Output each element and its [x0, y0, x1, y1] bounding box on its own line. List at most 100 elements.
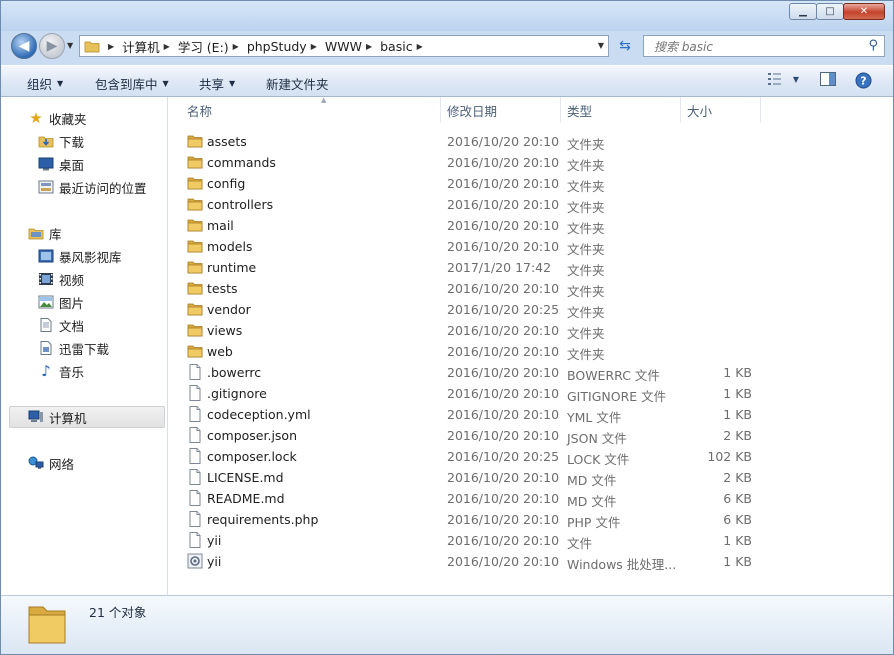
table-row[interactable]: .bowerrc 2016/10/20 20:10 BOWERRC 文件 1 KB: [168, 362, 893, 383]
table-row[interactable]: assets 2016/10/20 20:10 文件夹: [168, 131, 893, 152]
column-header-label: 名称: [187, 103, 213, 119]
table-row[interactable]: models 2016/10/20 20:10 文件夹: [168, 236, 893, 257]
file-date: 2016/10/20 20:10: [447, 239, 560, 254]
folder-icon: [187, 343, 203, 359]
table-row[interactable]: config 2016/10/20 20:10 文件夹: [168, 173, 893, 194]
sidebar-item-label: 音乐: [59, 364, 85, 380]
table-row[interactable]: .gitignore 2016/10/20 20:10 GITIGNORE 文件 1 …: [168, 383, 893, 404]
sidebar-item-network[interactable]: 网络: [28, 453, 74, 473]
sidebar-item-music[interactable]: ♪ 音乐: [38, 361, 84, 381]
minimize-button[interactable]: ▁: [789, 3, 817, 20]
share-button[interactable]: 共享 ▼: [199, 74, 235, 93]
file-type: GITIGNORE 文件: [567, 389, 667, 404]
refresh-button[interactable]: ⇆: [613, 36, 637, 56]
table-row[interactable]: yii 2016/10/20 20:10 文件 1 KB: [168, 530, 893, 551]
file-type: YML 文件: [567, 410, 622, 425]
new-folder-label: 新建文件夹: [266, 77, 329, 92]
file-name: controllers: [207, 197, 274, 212]
table-row[interactable]: commands 2016/10/20 20:10 文件夹: [168, 152, 893, 173]
table-row[interactable]: yii 2016/10/20 20:10 Windows 批处理... 1 KB: [168, 551, 893, 572]
breadcrumb-item[interactable]: phpStudy ▶: [247, 39, 325, 54]
file-date: 2016/10/20 20:10: [447, 218, 560, 233]
preview-pane-icon: [820, 72, 836, 86]
file-type: 文件夹: [567, 263, 605, 278]
search-input[interactable]: [652, 37, 856, 57]
refresh-icon: ⇆: [619, 38, 631, 54]
close-button[interactable]: ✕: [843, 3, 885, 20]
column-header-name[interactable]: 名称 ▲: [181, 96, 441, 123]
sidebar-item-label: 暴风影视库: [59, 249, 122, 265]
back-button[interactable]: ◀: [11, 33, 37, 59]
explorer-window: ▁ □ ✕ ◀ ▶ ▼ ▶ 计算机 ▶ 学习 (E:) ▶ phpStudy ▶ WW…: [0, 0, 894, 655]
address-history-dropdown[interactable]: ▼: [598, 41, 604, 50]
file-icon: [187, 469, 203, 485]
sidebar-item-videos[interactable]: 视频: [38, 269, 84, 289]
sidebar-item-thunder-downloads[interactable]: 迅雷下载: [38, 338, 109, 358]
new-folder-button[interactable]: 新建文件夹: [266, 74, 329, 93]
breadcrumb-label: phpStudy: [246, 38, 307, 54]
sidebar-item-documents[interactable]: 文档: [38, 315, 84, 335]
sidebar-item-label: 网络: [49, 456, 75, 472]
table-row[interactable]: composer.json 2016/10/20 20:10 JSON 文件 2 KB: [168, 425, 893, 446]
file-date: 2016/10/20 20:10: [447, 365, 560, 380]
sidebar-item-pictures[interactable]: 图片: [38, 292, 84, 312]
table-row[interactable]: LICENSE.md 2016/10/20 20:10 MD 文件 2 KB: [168, 467, 893, 488]
organize-button[interactable]: 组织 ▼: [27, 74, 63, 93]
file-name: .bowerrc: [207, 365, 262, 380]
folder-icon: [187, 196, 203, 212]
help-button[interactable]: ?: [853, 72, 873, 89]
column-header-size[interactable]: 大小: [681, 97, 761, 123]
breadcrumb-item[interactable]: 学习 (E:) ▶: [178, 37, 247, 56]
table-row[interactable]: codeception.yml 2016/10/20 20:10 YML 文件 1 K…: [168, 404, 893, 425]
chevron-right-icon[interactable]: ▶: [233, 42, 239, 51]
file-size: 1 KB: [723, 533, 752, 548]
sidebar-item-libraries[interactable]: 库: [28, 223, 62, 243]
close-icon: ✕: [859, 6, 869, 17]
table-row[interactable]: web 2016/10/20 20:10 文件夹: [168, 341, 893, 362]
table-row[interactable]: controllers 2016/10/20 20:10 文件夹: [168, 194, 893, 215]
sidebar-item-video-library[interactable]: 暴风影视库: [38, 246, 122, 266]
file-date: 2016/10/20 20:10: [447, 197, 560, 212]
column-header-type[interactable]: 类型: [561, 97, 681, 123]
search-icon[interactable]: ⚲: [868, 38, 878, 53]
table-row[interactable]: requirements.php 2016/10/20 20:10 PHP 文件 6 …: [168, 509, 893, 530]
chevron-right-icon[interactable]: ▶: [417, 42, 423, 51]
table-row[interactable]: mail 2016/10/20 20:10 文件夹: [168, 215, 893, 236]
breadcrumb-item[interactable]: 计算机 ▶: [122, 37, 178, 56]
sidebar-item-desktop[interactable]: 桌面: [38, 154, 84, 174]
chevron-right-icon[interactable]: ▶: [311, 42, 317, 51]
file-date: 2016/10/20 20:10: [447, 491, 560, 506]
breadcrumb-item[interactable]: basic ▶: [380, 39, 431, 54]
change-view-button[interactable]: ▼: [763, 72, 803, 86]
table-row[interactable]: vendor 2016/10/20 20:25 文件夹: [168, 299, 893, 320]
folder-icon: [187, 133, 203, 149]
sidebar-item-downloads[interactable]: 下载: [38, 131, 84, 151]
file-name: requirements.php: [207, 512, 319, 527]
sidebar-item-recent-places[interactable]: 最近访问的位置: [38, 177, 147, 197]
file-name: yii: [207, 533, 222, 548]
forward-button[interactable]: ▶: [39, 33, 65, 59]
table-row[interactable]: composer.lock 2016/10/20 20:25 LOCK 文件 102 …: [168, 446, 893, 467]
breadcrumb-item[interactable]: WWW ▶: [325, 39, 380, 54]
chevron-down-icon: ▼: [162, 79, 169, 88]
sidebar-item-computer[interactable]: 计算机: [28, 407, 87, 427]
maximize-button[interactable]: □: [816, 3, 844, 20]
include-in-library-button[interactable]: 包含到库中 ▼: [95, 74, 169, 93]
table-row[interactable]: views 2016/10/20 20:10 文件夹: [168, 320, 893, 341]
column-header-date[interactable]: 修改日期: [441, 97, 561, 123]
file-size: 6 KB: [723, 491, 752, 506]
recent-pages-dropdown[interactable]: ▼: [67, 41, 73, 50]
file-size: 1 KB: [723, 407, 752, 422]
preview-pane-button[interactable]: [818, 72, 838, 86]
search-box[interactable]: ⚲: [643, 35, 885, 57]
batch-file-icon: [187, 553, 203, 569]
sidebar-item-favorites[interactable]: ★ 收藏夹: [28, 108, 86, 128]
table-row[interactable]: tests 2016/10/20 20:10 文件夹: [168, 278, 893, 299]
table-row[interactable]: README.md 2016/10/20 20:10 MD 文件 6 KB: [168, 488, 893, 509]
chevron-right-icon[interactable]: ▶: [164, 42, 170, 51]
chevron-right-icon[interactable]: ▶: [366, 42, 372, 51]
title-bar[interactable]: ▁ □ ✕: [1, 1, 893, 31]
address-bar[interactable]: ▶ 计算机 ▶ 学习 (E:) ▶ phpStudy ▶ WWW ▶ basic ▶ ▼: [79, 35, 609, 57]
table-row[interactable]: runtime 2017/1/20 17:42 文件夹: [168, 257, 893, 278]
breadcrumb-separator[interactable]: ▶: [104, 42, 122, 51]
